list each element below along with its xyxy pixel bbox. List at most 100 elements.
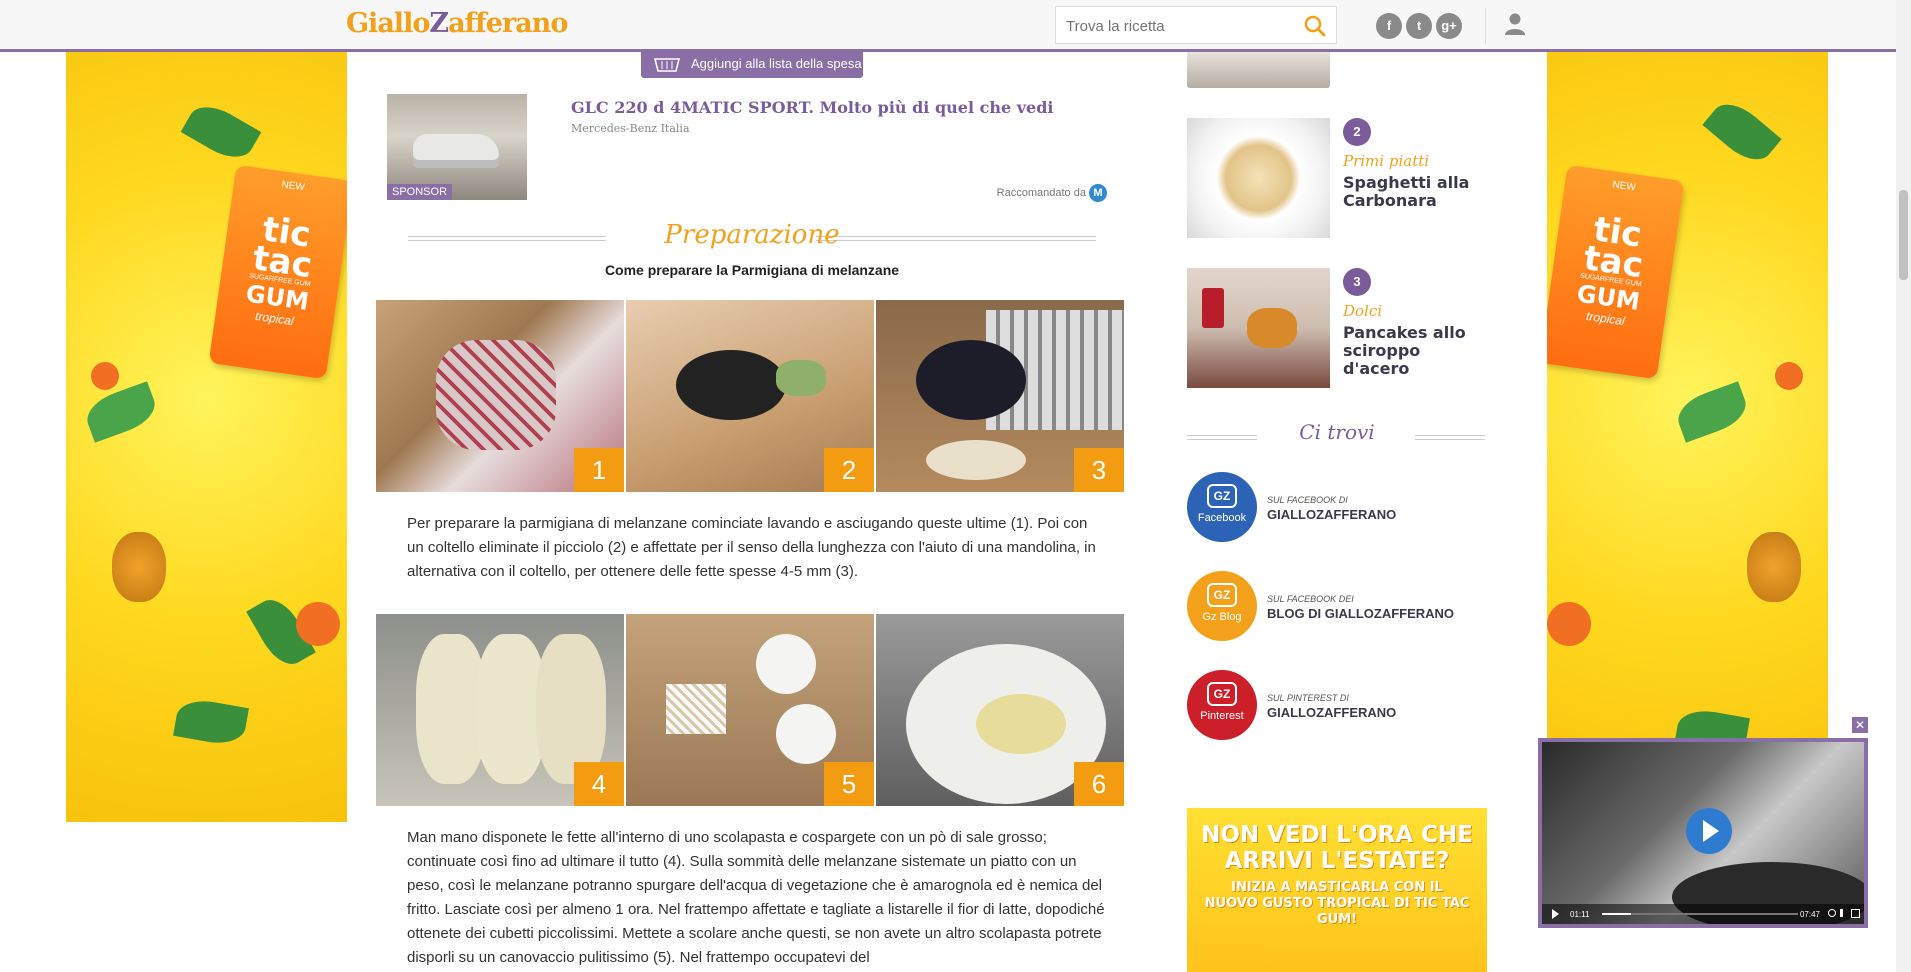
ranking-category: Primi piatti xyxy=(1343,152,1430,170)
recommended-by[interactable]: Raccomandato da M xyxy=(997,184,1107,202)
eggplant-slices-image xyxy=(926,440,1026,480)
orange-image xyxy=(1775,362,1803,390)
step-photo[interactable]: 3 xyxy=(876,300,1124,492)
add-to-shopping-list-button[interactable]: Aggiungi alla lista della spesa xyxy=(641,52,863,78)
sponsor-title-link[interactable]: GLC 220 d 4MATIC SPORT. Molto più di que… xyxy=(571,98,1053,117)
social-links: f t g+ xyxy=(1376,13,1466,39)
eggplant-image xyxy=(916,340,1026,420)
follow-caption: SUL FACEBOOK DEI xyxy=(1267,594,1354,604)
ranking-image[interactable] xyxy=(1187,118,1330,238)
floating-video-player[interactable]: 01:11 07:47 xyxy=(1538,738,1868,928)
follow-name-link[interactable]: GIALLOZAFFERANO xyxy=(1267,705,1396,720)
volume-icon[interactable] xyxy=(1840,909,1848,917)
play-icon[interactable] xyxy=(1686,808,1732,854)
rank-badge: 2 xyxy=(1343,118,1371,146)
section-heading: Preparazione xyxy=(376,218,1128,254)
section-title: Preparazione xyxy=(664,220,840,250)
right-skin-ad[interactable]: NEW tic tac SUGARFREE GUM GUM tropical xyxy=(1547,52,1828,822)
mango-image xyxy=(296,602,340,646)
leaf-decoration xyxy=(180,97,262,167)
leaf-decoration xyxy=(1672,381,1752,443)
ad-subline: INIZIA A MASTICARLA CON IL NUOVO GUSTO T… xyxy=(1204,880,1470,927)
orange-image xyxy=(91,362,119,390)
pineapple-image xyxy=(1747,532,1801,602)
video-total-time: 07:47 xyxy=(1799,910,1820,919)
logo-text: Giallo xyxy=(346,8,430,39)
close-video-button[interactable]: ✕ xyxy=(1852,717,1868,733)
ranking-image-partial[interactable] xyxy=(1187,52,1330,88)
juice-image xyxy=(1202,288,1224,328)
play-small-icon[interactable] xyxy=(1552,909,1559,919)
ranking-item[interactable]: 2 Primi piatti Spaghetti alla Carbonara xyxy=(1187,118,1487,238)
step-photos-row: 4 5 6 xyxy=(376,614,1126,806)
google-plus-icon[interactable]: g+ xyxy=(1436,13,1462,39)
tictac-pack-image: NEW tic tac SUGARFREE GUM GUM tropical xyxy=(208,164,347,380)
step-photo[interactable]: 2 xyxy=(626,300,874,492)
stem-image xyxy=(776,360,826,396)
facebook-gz-icon[interactable]: GZ Facebook xyxy=(1187,472,1257,542)
outbrain-logo-icon: M xyxy=(1089,184,1107,202)
sponsored-content[interactable]: SPONSOR GLC 220 d 4MATIC SPORT. Molto pi… xyxy=(387,94,1107,202)
search-box xyxy=(1055,6,1337,44)
mozzarella-image xyxy=(776,704,836,764)
mango-image xyxy=(1547,602,1591,646)
left-skin-ad[interactable]: NEW tic tac SUGARFREE GUM GUM tropical xyxy=(66,52,347,822)
site-logo[interactable]: GialloZafferano xyxy=(346,8,568,39)
ranking-title-link[interactable]: Pancakes allo sciroppo d'acero xyxy=(1343,324,1483,378)
step-number: 1 xyxy=(574,448,624,492)
shopping-button-label: Aggiungi alla lista della spesa xyxy=(691,56,862,71)
pinterest-gz-icon[interactable]: GZ Pinterest xyxy=(1187,670,1257,740)
twitter-icon[interactable]: t xyxy=(1406,13,1432,39)
pancakes-image xyxy=(1247,308,1297,348)
ad-headline: NON VEDI L'ORA CHE ARRIVI L'ESTATE? xyxy=(1201,822,1473,874)
video-current-time: 01:11 xyxy=(1570,910,1590,919)
follow-name-link[interactable]: GIALLOZAFFERANO xyxy=(1267,507,1396,522)
find-us-title: Ci trovi xyxy=(1299,420,1375,444)
step-number: 6 xyxy=(1074,762,1124,806)
site-header: GialloZafferano ftg+ xyxy=(0,0,1896,52)
leaf-decoration xyxy=(173,696,249,748)
video-controls: 01:11 07:47 xyxy=(1542,904,1864,924)
sidebar-ad-banner[interactable]: NON VEDI L'ORA CHE ARRIVI L'ESTATE? INIZ… xyxy=(1187,808,1487,972)
logo-text-tail: afferano xyxy=(448,8,568,39)
ranking-title-link[interactable]: Spaghetti alla Carbonara xyxy=(1343,174,1483,210)
follow-pinterest[interactable]: GZ Pinterest SUL PINTEREST DI GIALLOZAFF… xyxy=(1187,670,1487,740)
facebook-icon[interactable]: f xyxy=(1376,13,1402,39)
towel-image xyxy=(436,340,556,450)
logo-z: Z xyxy=(429,8,449,39)
ranking-item[interactable]: 3 Dolci Pancakes allo sciroppo d'acero xyxy=(1187,268,1487,388)
tictac-pack-image: NEW tic tac SUGARFREE GUM GUM tropical xyxy=(1547,164,1685,380)
step-photo[interactable]: 4 xyxy=(376,614,624,806)
fullscreen-icon[interactable] xyxy=(1851,909,1860,918)
search-icon[interactable] xyxy=(1304,15,1326,42)
leaf-decoration xyxy=(81,381,161,443)
step-photo[interactable]: 5 xyxy=(626,614,874,806)
follow-facebook[interactable]: GZ Facebook SUL FACEBOOK DI GIALLOZAFFER… xyxy=(1187,472,1487,542)
eggplant-image xyxy=(676,350,786,420)
follow-name-link[interactable]: BLOG DI GIALLOZAFFERANO xyxy=(1267,606,1454,621)
search-input[interactable] xyxy=(1066,15,1296,37)
section-subtitle: Come preparare la Parmigiana di melanzan… xyxy=(604,262,900,278)
user-icon[interactable] xyxy=(1504,12,1526,41)
settings-icon[interactable] xyxy=(1828,909,1836,917)
scrollbar-thumb[interactable] xyxy=(1899,190,1908,280)
step-photo[interactable]: 1 xyxy=(376,300,624,492)
ranking-image[interactable] xyxy=(1187,268,1330,388)
pineapple-image xyxy=(112,532,166,602)
gz-blog-icon[interactable]: GZ Gz Blog xyxy=(1187,571,1257,641)
sponsor-source: Mercedes-Benz Italia xyxy=(571,122,690,135)
oil-onion-image xyxy=(976,694,1066,754)
follow-gz-blog[interactable]: GZ Gz Blog SUL FACEBOOK DEI BLOG DI GIAL… xyxy=(1187,571,1487,641)
page-scrollbar[interactable] xyxy=(1896,0,1911,972)
follow-caption: SUL FACEBOOK DI xyxy=(1267,495,1348,505)
step-photo[interactable]: 6 xyxy=(876,614,1124,806)
sponsor-image[interactable]: SPONSOR xyxy=(387,94,527,200)
video-frame[interactable]: 01:11 07:47 xyxy=(1542,742,1864,924)
car-image xyxy=(413,134,499,168)
find-us-heading: Ci trovi xyxy=(1187,418,1487,452)
leaf-decoration xyxy=(1702,94,1782,170)
rank-badge: 3 xyxy=(1343,268,1371,296)
video-progress-bar[interactable] xyxy=(1602,913,1798,915)
follow-caption: SUL PINTEREST DI xyxy=(1267,693,1349,703)
basket-icon xyxy=(653,55,681,81)
